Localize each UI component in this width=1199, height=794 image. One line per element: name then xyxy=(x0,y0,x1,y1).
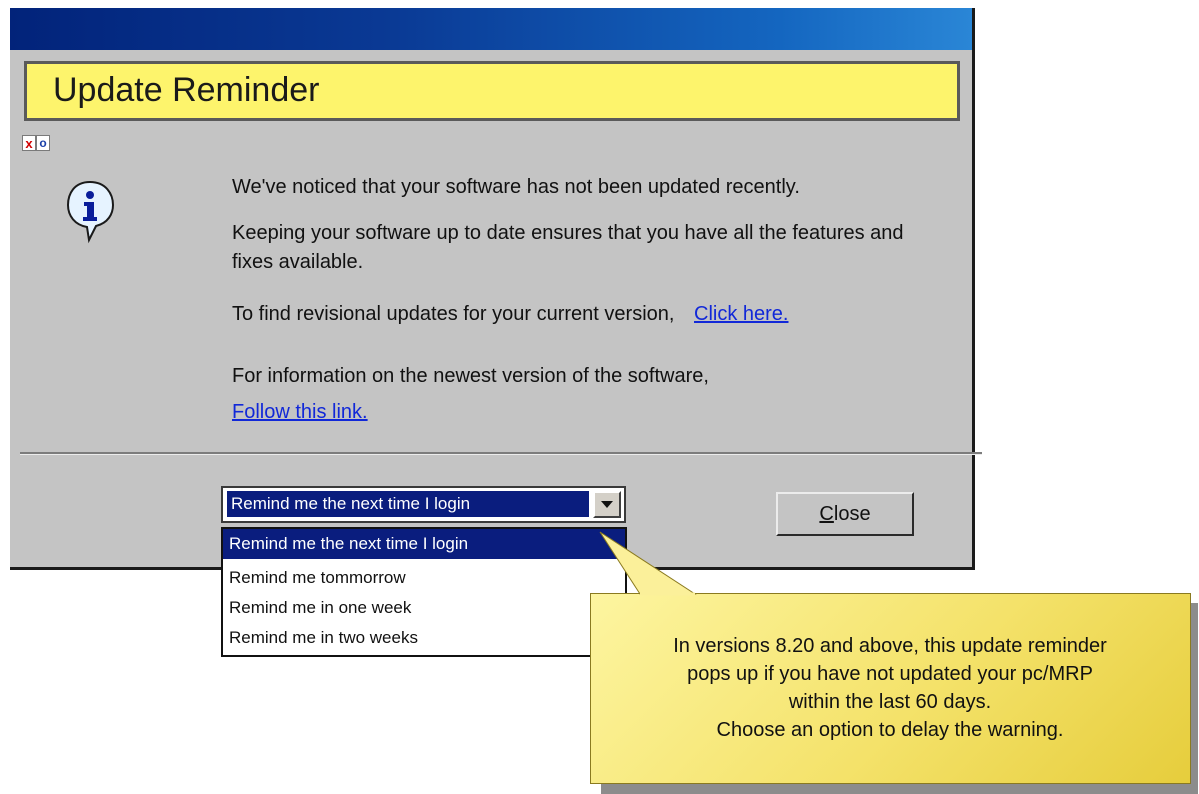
close-mini-icon[interactable]: x xyxy=(22,135,36,151)
separator-highlight xyxy=(20,454,982,455)
follow-this-link[interactable]: Follow this link. xyxy=(232,401,368,424)
dialog-title: Update Reminder xyxy=(53,71,320,109)
message-newest-version: For information on the newest version of… xyxy=(232,365,709,387)
close-button[interactable]: Close xyxy=(776,492,914,536)
option-mini-icon[interactable]: o xyxy=(36,135,50,151)
callout-line-1: In versions 8.20 and above, this update … xyxy=(673,635,1107,657)
info-bubble-icon xyxy=(66,180,115,244)
option-tomorrow[interactable]: Remind me tommorrow xyxy=(223,563,625,593)
callout-text: In versions 8.20 and above, this update … xyxy=(600,632,1180,744)
chevron-down-icon xyxy=(601,501,613,508)
option-one-week[interactable]: Remind me in one week xyxy=(223,593,625,623)
callout-line-2: pops up if you have not updated your pc/… xyxy=(687,663,1093,685)
callout-line-3: within the last 60 days. xyxy=(788,691,992,713)
revisional-updates-text: To find revisional updates for your curr… xyxy=(232,303,675,325)
message-keep-updated: Keeping your software up to date ensures… xyxy=(232,222,904,273)
reminder-select[interactable]: Remind me the next time I login xyxy=(221,486,626,523)
reminder-options-list: Remind me the next time I login Remind m… xyxy=(221,527,627,657)
callout-line-4: Choose an option to delay the warning. xyxy=(716,719,1064,741)
title-bar[interactable] xyxy=(10,8,972,50)
dropdown-arrow-button[interactable] xyxy=(593,491,621,518)
option-two-weeks[interactable]: Remind me in two weeks xyxy=(223,623,625,653)
option-next-login[interactable]: Remind me the next time I login xyxy=(223,529,625,559)
reminder-select-value[interactable]: Remind me the next time I login xyxy=(227,491,589,517)
message-not-updated: We've noticed that your software has not… xyxy=(232,176,800,198)
message-revisional-updates: To find revisional updates for your curr… xyxy=(232,300,789,329)
title-banner: Update Reminder xyxy=(24,61,960,121)
close-button-label: Close xyxy=(819,503,871,525)
click-here-link[interactable]: Click here. xyxy=(694,303,788,325)
